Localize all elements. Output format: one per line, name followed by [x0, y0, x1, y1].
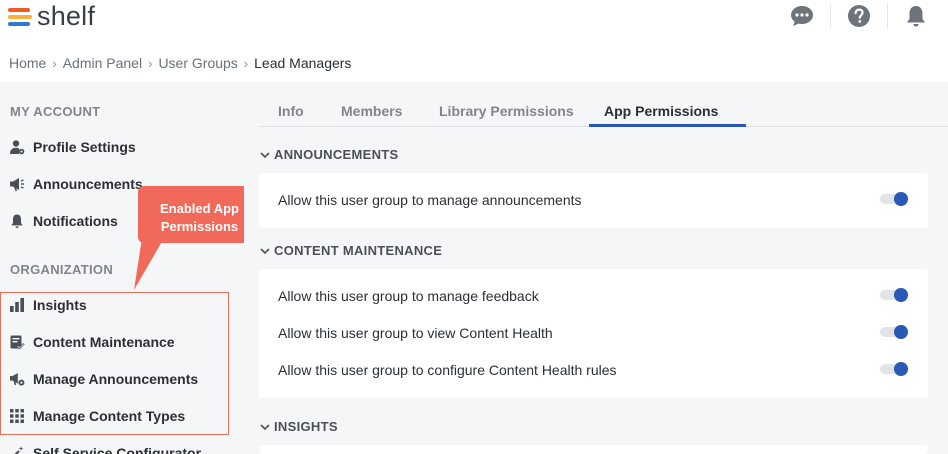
permission-row: Allow this user group to configure Conte… — [278, 358, 908, 382]
top-bar: shelf — [0, 0, 948, 40]
sidebar-item-notifications[interactable]: Notifications — [9, 210, 118, 232]
group-title: ANNOUNCEMENTS — [274, 147, 399, 162]
user-settings-icon — [9, 139, 25, 155]
logo-icon — [8, 5, 32, 27]
divider — [887, 4, 888, 28]
tab-app-permissions[interactable]: App Permissions — [604, 103, 718, 119]
sidebar-item-label: Profile Settings — [33, 139, 136, 155]
sidebar-item-self-service-configurator[interactable]: Self Service Configurator — [9, 442, 201, 454]
permission-toggle[interactable] — [880, 362, 908, 376]
tab-info[interactable]: Info — [278, 103, 304, 119]
group-title: INSIGHTS — [274, 419, 338, 434]
logo-text: shelf — [37, 1, 96, 31]
active-tab-indicator — [589, 124, 746, 127]
permission-label: Allow this user group to view Content He… — [278, 325, 553, 341]
tab-bar: Info Members Library Permissions App Per… — [259, 94, 948, 127]
sidebar-item-label: Self Service Configurator — [33, 445, 202, 454]
callout-line-2: Permissions — [160, 219, 239, 234]
permission-card-insights — [259, 445, 928, 454]
tab-library-permissions[interactable]: Library Permissions — [439, 103, 574, 119]
sidebar-item-label: Announcements — [33, 176, 143, 192]
sidebar-item-profile-settings[interactable]: Profile Settings — [9, 136, 136, 158]
bell-icon — [9, 213, 25, 229]
chevron-down-icon — [259, 149, 271, 161]
permission-toggle[interactable] — [880, 288, 908, 302]
permission-row: Allow this user group to manage announce… — [278, 188, 908, 212]
divider — [830, 4, 831, 28]
callout-annotation: Enabled App Permissions — [138, 186, 261, 243]
help-icon[interactable] — [847, 4, 871, 28]
breadcrumb: Home › Admin Panel › User Groups › Lead … — [9, 55, 351, 71]
callout-line-1: Enabled App — [160, 201, 239, 216]
permission-card-announcements: Allow this user group to manage announce… — [259, 173, 928, 228]
sidebar-item-announcements[interactable]: Announcements — [9, 173, 143, 195]
group-header-announcements[interactable]: ANNOUNCEMENTS — [259, 147, 399, 162]
wand-icon — [9, 445, 25, 454]
chevron-right-icon: › — [52, 55, 57, 71]
permission-toggle[interactable] — [880, 192, 908, 206]
permission-row: Allow this user group to view Content He… — [278, 321, 908, 345]
permission-label: Allow this user group to manage feedback — [278, 288, 539, 304]
top-icons — [790, 4, 928, 28]
chevron-down-icon — [259, 245, 271, 257]
group-header-content-maintenance[interactable]: CONTENT MAINTENANCE — [259, 243, 442, 258]
bell-icon[interactable] — [904, 4, 928, 28]
permission-row: Allow this user group to manage feedback — [278, 284, 908, 308]
permission-label: Allow this user group to manage announce… — [278, 192, 582, 208]
chat-icon[interactable] — [790, 4, 814, 28]
highlight-box — [0, 292, 229, 435]
permission-card-content-maintenance: Allow this user group to manage feedback… — [259, 269, 928, 398]
section-title-my-account: MY ACCOUNT — [10, 104, 101, 119]
section-title-organization: ORGANIZATION — [10, 262, 114, 277]
permission-label: Allow this user group to configure Conte… — [278, 362, 617, 378]
callout-tail — [134, 238, 164, 290]
chevron-right-icon: › — [243, 55, 249, 71]
breadcrumb-current: Lead Managers — [254, 55, 352, 71]
megaphone-icon — [9, 176, 25, 192]
tab-members[interactable]: Members — [341, 103, 402, 119]
group-title: CONTENT MAINTENANCE — [274, 243, 443, 258]
breadcrumb-admin-panel[interactable]: Admin Panel — [63, 55, 142, 71]
sidebar-item-label: Notifications — [33, 213, 118, 229]
chevron-down-icon — [259, 421, 271, 433]
breadcrumb-home[interactable]: Home — [9, 55, 46, 71]
breadcrumb-user-groups[interactable]: User Groups — [158, 55, 237, 71]
main-panel: Info Members Library Permissions App Per… — [244, 82, 948, 454]
permission-toggle[interactable] — [880, 325, 908, 339]
chevron-right-icon: › — [148, 55, 153, 71]
shelf-logo[interactable]: shelf — [8, 2, 95, 30]
group-header-insights[interactable]: INSIGHTS — [259, 419, 338, 434]
